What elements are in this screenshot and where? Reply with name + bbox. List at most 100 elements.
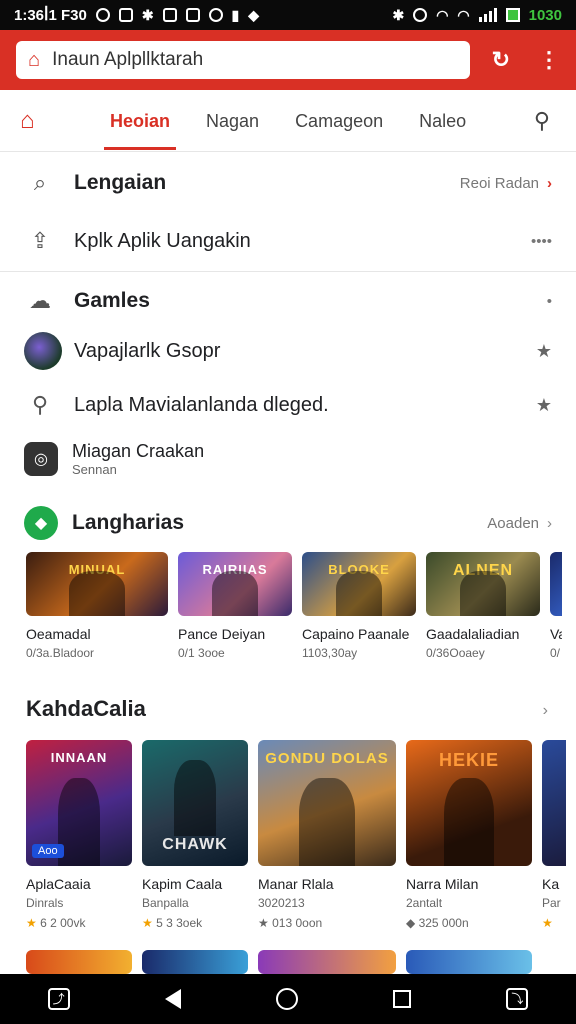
section-langharias[interactable]: ◆ Langharias Aoaden › xyxy=(0,502,576,544)
card-title: Ka xyxy=(542,876,560,892)
game-card[interactable]: INNAAN Aoo AplaCaaia Dinrals ★ 6 2 00vk xyxy=(26,740,132,930)
item3-sub: Sennan xyxy=(72,462,117,477)
star-icon: ★ xyxy=(26,916,37,930)
chevron-right-icon: › xyxy=(547,514,552,532)
card-meta: 325 000n xyxy=(418,916,469,930)
bluetooth-icon: ✱ xyxy=(141,7,154,23)
search-text: Inaun Aplpllktarah xyxy=(52,49,204,70)
cards-row-3 xyxy=(26,950,532,974)
home-nav-icon[interactable] xyxy=(275,988,298,1010)
back-icon[interactable] xyxy=(164,989,181,1009)
status-time: 1:36ꟾ1 F30 xyxy=(14,7,87,24)
card-title: Narra Milan xyxy=(406,876,479,892)
card-image: RAIRIIAS xyxy=(178,552,292,616)
card-banner: CHAWK xyxy=(162,836,228,853)
card-image[interactable] xyxy=(142,950,248,974)
list-item-1[interactable]: Vapajlarlk Gsopr ★ xyxy=(0,330,576,372)
star-icon: ★ xyxy=(142,916,153,930)
tab-home-icon[interactable]: ⌂ xyxy=(20,107,74,135)
chevron-right-icon[interactable]: › xyxy=(543,702,548,720)
card-meta: 013 0oon xyxy=(272,916,323,930)
card-title: Manar Rlala xyxy=(258,876,334,892)
games-label: Gamles xyxy=(74,289,150,312)
bluetooth-status-icon: ✱ xyxy=(392,7,405,23)
cards-row-1: MINUAL Oeamadal 0/3a.Bladoor RAIRIIAS Pa… xyxy=(26,552,562,660)
game-card[interactable]: RAIRIIAS Pance Deiyan 0/1 3ooe xyxy=(178,552,292,660)
card-title: Oeamadal xyxy=(26,626,91,642)
app-icon: ◎ xyxy=(24,442,58,476)
tab-heoian[interactable]: Heoian xyxy=(103,90,177,152)
list-item-2[interactable]: ⚲ Lapla Mavialanlanda dleged. ★ xyxy=(0,384,576,426)
menu-row-lengaian[interactable]: ⌕ Lengaian Reoi Radan › xyxy=(0,160,576,206)
rotate-icon[interactable]: ⤵ xyxy=(506,988,529,1010)
game-card[interactable]: ALNEN Gaadalaliadian 0/36Ooaey xyxy=(426,552,540,660)
game-card[interactable]: GONDU DOLAS Manar Rlala 3020213 ★ 013 0o… xyxy=(258,740,396,930)
card-title: Capaino Paanale xyxy=(302,626,410,642)
card-title: Pance Deiyan xyxy=(178,626,266,642)
more-vert-icon[interactable]: ⋮ xyxy=(538,47,560,73)
game-card[interactable]: Ka Par ★ xyxy=(542,740,566,930)
recents-icon[interactable] xyxy=(393,990,412,1008)
langharias-right-text: Aoaden xyxy=(487,514,539,532)
tab-naleo[interactable]: Naleo xyxy=(419,90,466,152)
card-sub: 1103,30ay xyxy=(302,646,358,660)
tag-icon: ◆ xyxy=(406,916,416,930)
search-icon[interactable]: ⚲ xyxy=(534,108,550,134)
search-input[interactable]: ⌂ Inaun Aplpllktarah xyxy=(16,41,470,79)
star-icon[interactable]: ★ xyxy=(536,395,552,416)
home-icon: ⌂ xyxy=(28,48,41,71)
tab-nagan[interactable]: Nagan xyxy=(206,90,259,152)
tag-icon: ◆ xyxy=(24,506,58,540)
tab-bar: ⌂ Heoian Nagan Camageon Naleo ⚲ xyxy=(0,90,576,152)
status-time-right: 1030 xyxy=(528,6,562,24)
more-horiz-icon[interactable]: •••• xyxy=(531,233,552,250)
langharias-label: Langharias xyxy=(72,511,185,534)
dot-icon: • xyxy=(546,292,552,310)
card-meta: 5 3 3oek xyxy=(156,916,203,930)
game-card[interactable]: CHAWK Kapim Caala Banpalla ★ 5 3 3oek xyxy=(142,740,248,930)
menu-row-games[interactable]: ☁ Gamles • xyxy=(0,280,576,322)
star-icon: ★ xyxy=(258,916,269,930)
card-sub: 0/1 3ooe xyxy=(178,646,225,660)
wifi-icon: ◠ xyxy=(436,7,449,23)
kplk-label: Kplk Aplik Uangakin xyxy=(74,229,251,252)
status-bar: 1:36ꟾ1 F30 ✱ ▮ ◆ ✱ ◠ ◠ 1030 xyxy=(0,0,576,30)
game-card[interactable]: MINUAL Oeamadal 0/3a.Bladoor xyxy=(26,552,168,660)
refresh-icon[interactable]: ↻ xyxy=(492,47,510,73)
card-image[interactable] xyxy=(258,950,396,974)
card-tag: Aoo xyxy=(32,844,64,858)
menu-row-kplk[interactable]: ⇪ Kplk Aplik Uangakin •••• xyxy=(0,218,576,264)
game-card[interactable]: BLOOKE Capaino Paanale 1103,30ay xyxy=(302,552,416,660)
system-nav-bar: ⤴ ⤵ xyxy=(0,974,576,1024)
tab-camageon[interactable]: Camageon xyxy=(295,90,383,152)
card-meta: 6 2 00vk xyxy=(40,916,86,930)
list-item-3[interactable]: ◎ Miagan Craakan Sennan xyxy=(0,436,576,482)
card-image: HEKIE xyxy=(406,740,532,866)
item2-label: Lapla Mavialanlanda dleged. xyxy=(74,393,329,416)
cloud-icon: ☁ xyxy=(29,288,51,313)
photo-icon xyxy=(185,8,200,22)
card-image xyxy=(542,740,566,866)
card-sub: 2antalt xyxy=(406,896,443,910)
card-image: ALNEN xyxy=(426,552,540,616)
app-notification-icon xyxy=(118,8,133,22)
card-image: CHAWK xyxy=(142,740,248,866)
card-sub: 0/3a.Bladoor xyxy=(26,646,95,660)
item1-label: Vapajlarlk Gsopr xyxy=(74,339,221,362)
card-image: GONDU DOLAS xyxy=(258,740,396,866)
game-card[interactable]: Va 0/ xyxy=(550,552,562,660)
screenshot-icon[interactable]: ⤴ xyxy=(47,988,70,1010)
card-sub: Dinrals xyxy=(26,896,64,910)
card-image[interactable] xyxy=(406,950,532,974)
cards-row-2: INNAAN Aoo AplaCaaia Dinrals ★ 6 2 00vk … xyxy=(26,740,566,930)
game-card[interactable]: HEKIE Narra Milan 2antalt ◆ 325 000n xyxy=(406,740,532,930)
card-title: Kapim Caala xyxy=(142,876,223,892)
card-image[interactable] xyxy=(26,950,132,974)
card-title: AplaCaaia xyxy=(26,876,91,892)
avatar xyxy=(24,332,62,370)
lengaian-label: Lengaian xyxy=(74,171,167,194)
divider xyxy=(0,271,576,272)
star-icon[interactable]: ★ xyxy=(536,341,552,362)
card-image: MINUAL xyxy=(26,552,168,616)
lengaian-right-text: Reoi Radan xyxy=(459,174,539,192)
